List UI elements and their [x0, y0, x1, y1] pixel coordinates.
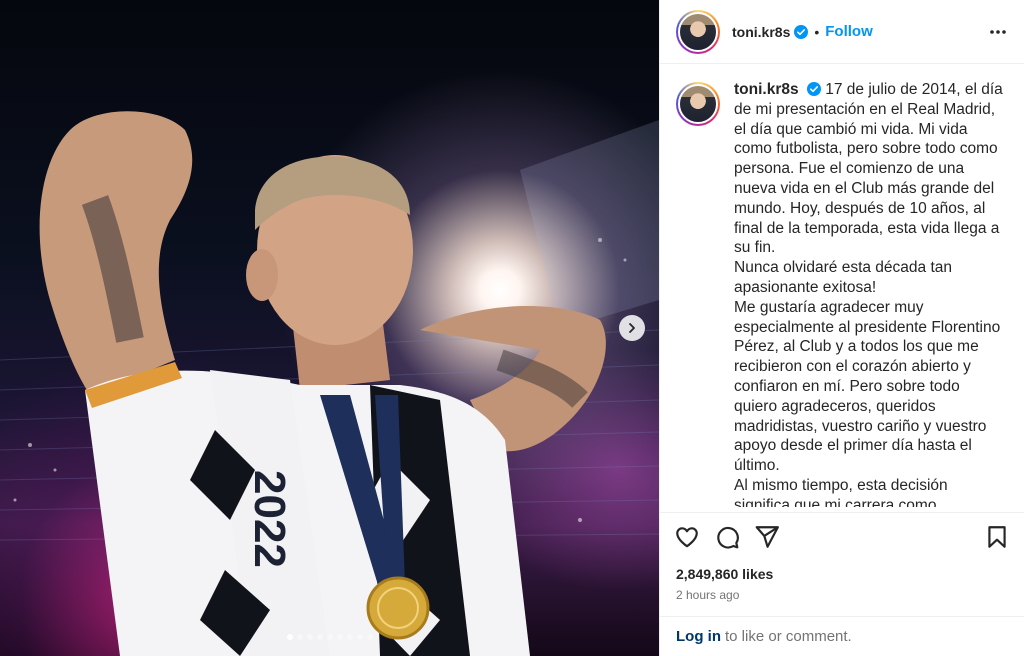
- carousel-dot: [326, 634, 333, 640]
- paper-plane-icon[interactable]: [754, 524, 780, 550]
- caption-username[interactable]: toni.kr8s: [734, 81, 799, 98]
- heart-icon[interactable]: [674, 524, 700, 550]
- avatar-image: [678, 11, 718, 52]
- header-separator: •: [814, 23, 820, 40]
- post-container: 2022 toni.kr8s • Follow toni.kr8s 17 de …: [0, 0, 1024, 656]
- carousel-dot: [296, 634, 303, 640]
- more-horizontal-icon[interactable]: [988, 22, 1008, 42]
- post-header: toni.kr8s • Follow: [660, 0, 1024, 64]
- login-prompt-text: to like or comment.: [725, 628, 852, 645]
- caption-paragraph: Nunca olvidaré esta década tan apasionan…: [734, 259, 953, 296]
- carousel-dot: [336, 634, 343, 640]
- carousel-dot: [316, 634, 323, 640]
- carousel-next-button[interactable]: [619, 315, 645, 341]
- avatar[interactable]: [676, 9, 720, 54]
- login-link[interactable]: Log in: [676, 628, 721, 645]
- caption-text: toni.kr8s 17 de julio de 2014, el día de…: [734, 80, 1006, 507]
- caption-avatar[interactable]: [676, 82, 720, 126]
- post-side-panel: toni.kr8s • Follow toni.kr8s 17 de julio…: [659, 0, 1024, 656]
- carousel-dot: [346, 634, 353, 640]
- caption-area: toni.kr8s 17 de julio de 2014, el día de…: [660, 64, 1024, 512]
- action-bar: [660, 512, 1024, 560]
- likes-count[interactable]: 2,849,860 likes: [660, 560, 1024, 588]
- login-prompt: Log in to like or comment.: [660, 616, 1024, 656]
- avatar-image: [678, 84, 718, 124]
- follow-button[interactable]: Follow: [825, 23, 873, 40]
- comment-icon[interactable]: [714, 524, 740, 550]
- caption-paragraph: Me gustaría agradecer muy especialmente …: [734, 298, 1001, 475]
- carousel-dot: [366, 634, 373, 640]
- carousel-dots: [0, 634, 659, 640]
- carousel-dot: [286, 634, 293, 640]
- verified-badge-icon: [794, 24, 809, 39]
- caption-paragraph: toni.kr8s 17 de julio de 2014, el día de…: [734, 80, 1006, 258]
- header-username[interactable]: toni.kr8s: [732, 24, 790, 40]
- player-figure: 2022: [39, 111, 606, 656]
- caption-paragraph: Al mismo tiempo, esta decisión significa…: [734, 476, 948, 507]
- chevron-right-icon: [629, 323, 635, 333]
- carousel-dot: [306, 634, 313, 640]
- bookmark-icon[interactable]: [984, 524, 1010, 550]
- scarf-text: 2022: [245, 470, 294, 568]
- caption-line: 17 de julio de 2014, el día de mi presen…: [734, 81, 1003, 257]
- verified-badge-icon: [806, 82, 821, 96]
- post-timestamp[interactable]: 2 hours ago: [660, 588, 1024, 608]
- carousel-dot: [356, 634, 363, 640]
- post-photo[interactable]: 2022: [0, 0, 659, 656]
